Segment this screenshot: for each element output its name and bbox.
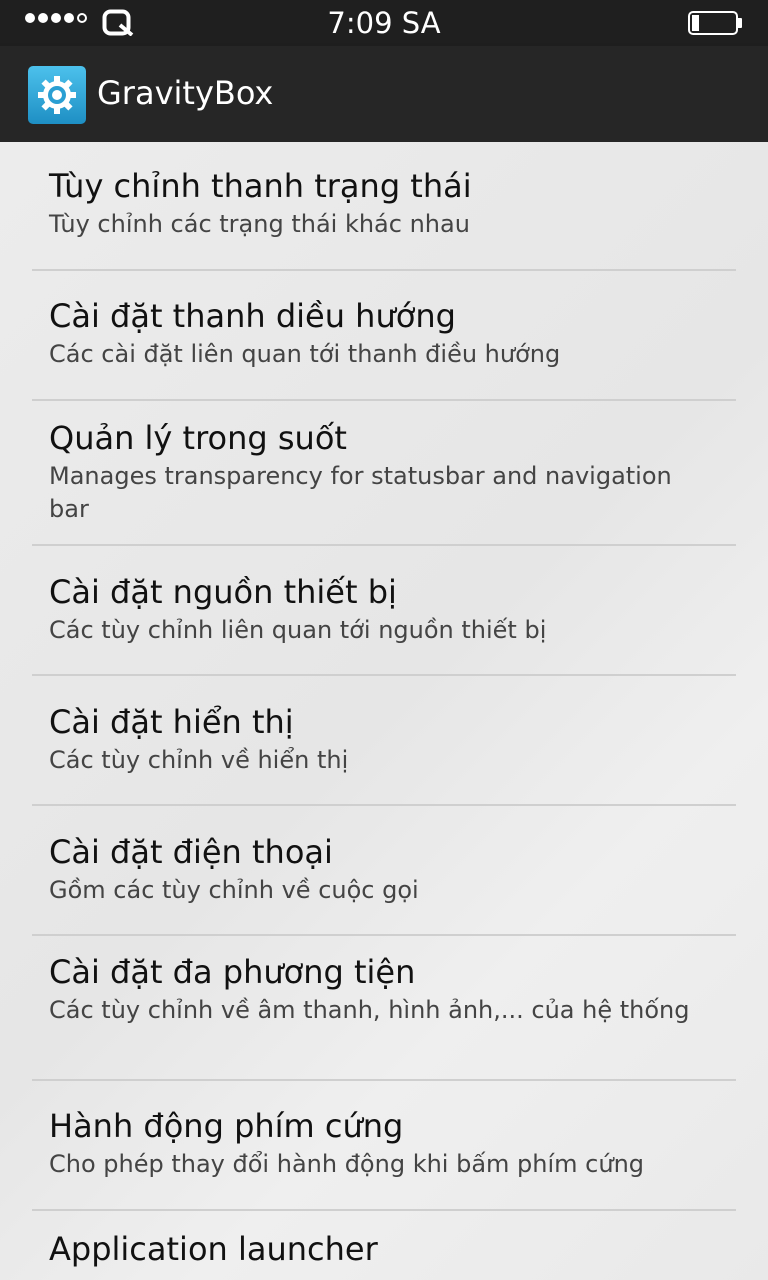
item-summary: Gồm các tùy chỉnh về cuộc gọi: [49, 876, 419, 904]
divider: [32, 399, 736, 401]
item-title: Cài đặt điện thoại: [49, 833, 333, 871]
list-item-media[interactable]: Cài đặt đa phương tiện Các tùy chỉnh về …: [32, 952, 736, 1027]
status-clock: 7:09 SA: [327, 6, 441, 40]
item-summary: Cho phép thay đổi hành động khi bấm phím…: [49, 1150, 645, 1178]
item-summary: Các cài đặt liên quan tới thanh điều hướ…: [49, 340, 561, 368]
divider: [32, 544, 736, 546]
item-summary: Các tùy chỉnh về hiển thị: [49, 746, 349, 774]
item-summary: Tùy chỉnh các trạng thái khác nhau: [49, 210, 470, 238]
list-item-phone[interactable]: Cài đặt điện thoại Gồm các tùy chỉnh về …: [32, 832, 736, 907]
divider: [32, 269, 736, 271]
status-bar: 7:09 SA: [0, 0, 768, 46]
item-summary: Các tùy chỉnh về âm thanh, hình ảnh,... …: [49, 996, 690, 1024]
list-item-hardware-keys[interactable]: Hành động phím cứng Cho phép thay đổi hà…: [32, 1106, 736, 1181]
gear-icon[interactable]: [28, 66, 86, 124]
divider: [32, 934, 736, 936]
list-item-navbar[interactable]: Cài đặt thanh diều hướng Các cài đặt liê…: [32, 296, 736, 371]
item-title: Cài đặt đa phương tiện: [49, 953, 416, 991]
item-title: Quản lý trong suốt: [49, 419, 347, 457]
item-title: Application launcher: [49, 1230, 378, 1268]
item-summary: Các tùy chỉnh liên quan tới nguồn thiết …: [49, 616, 547, 644]
divider: [32, 1079, 736, 1081]
item-title: Cài đặt thanh diều hướng: [49, 297, 456, 335]
list-item-app-launcher[interactable]: Application launcher: [32, 1229, 736, 1269]
divider: [32, 1209, 736, 1211]
list-item-transparency[interactable]: Quản lý trong suốt Manages transparency …: [32, 418, 736, 526]
list-item-display[interactable]: Cài đặt hiển thị Các tùy chỉnh về hiển t…: [32, 702, 736, 777]
app-title: GravityBox: [97, 74, 274, 112]
divider: [32, 804, 736, 806]
item-title: Cài đặt nguồn thiết bị: [49, 573, 397, 611]
action-bar: GravityBox: [0, 46, 768, 142]
item-summary: Manages transparency for statusbar and n…: [49, 462, 672, 523]
divider: [32, 674, 736, 676]
item-title: Hành động phím cứng: [49, 1107, 404, 1145]
item-title: Tùy chỉnh thanh trạng thái: [49, 167, 472, 205]
settings-list: Tùy chỉnh thanh trạng thái Tùy chỉnh các…: [0, 142, 768, 1280]
battery-low-icon: [688, 11, 742, 35]
list-item-statusbar[interactable]: Tùy chỉnh thanh trạng thái Tùy chỉnh các…: [32, 166, 736, 241]
item-title: Cài đặt hiển thị: [49, 703, 294, 741]
list-item-power[interactable]: Cài đặt nguồn thiết bị Các tùy chỉnh liê…: [32, 572, 736, 647]
